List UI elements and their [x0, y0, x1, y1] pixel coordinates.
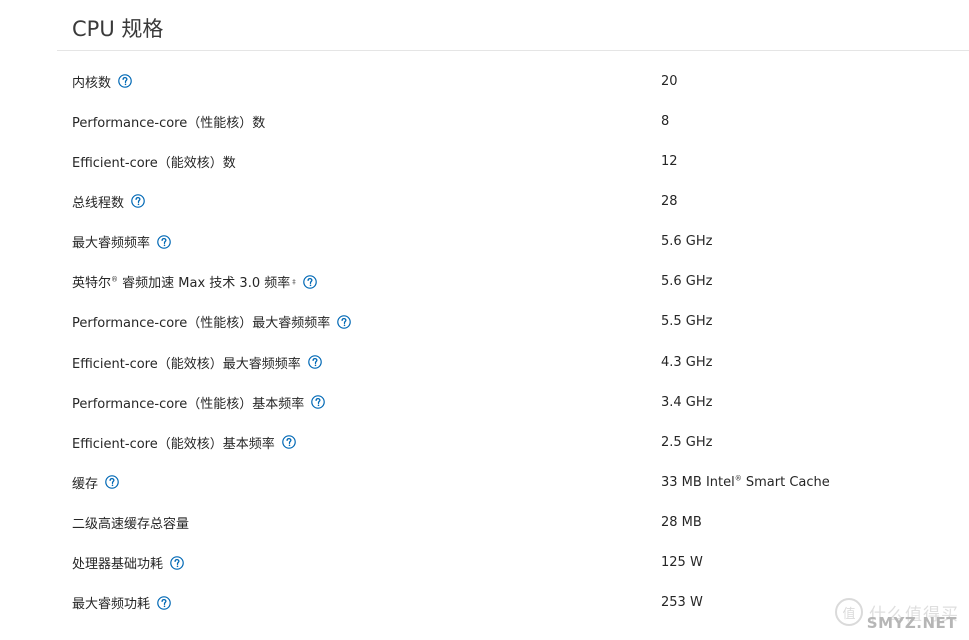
spec-value: 3.4 GHz [661, 394, 713, 410]
spec-row-l2-cache: 二级高速缓存总容量 28 MB [57, 503, 969, 543]
help-icon[interactable] [302, 274, 317, 289]
watermark-logo: 值 [835, 598, 863, 626]
spec-value: 253 W [661, 595, 703, 611]
spec-label: 总线程数 [72, 195, 125, 211]
help-icon[interactable] [281, 435, 296, 450]
spec-value: 20 [661, 73, 678, 89]
spec-row-base-power: 处理器基础功耗 125 W [57, 543, 969, 583]
watermark-domain: SMYZ.NET [866, 614, 957, 632]
spec-row-core-count: 内核数 20 [57, 61, 969, 101]
spec-row-e-core-base-frequency: Efficient-core（能效核）基本频率 2.5 GHz [57, 422, 969, 462]
spec-list: 内核数 20 Performance-core（性能核）数 8 Efficien… [57, 61, 969, 623]
spec-value: 2.5 GHz [661, 434, 713, 450]
spec-label: 英特尔® 睿频加速 Max 技术 3.0 频率 [72, 272, 290, 291]
spec-value: 33 MB Intel® Smart Cache [661, 475, 830, 490]
spec-label: 处理器基础功耗 [72, 557, 164, 573]
spec-value: 5.6 GHz [661, 274, 713, 290]
help-icon[interactable] [157, 234, 171, 249]
spec-label: Performance-core（性能核）最大睿频频率 [72, 316, 331, 332]
spec-label: Efficient-core（能效核）最大睿频频率 [72, 356, 301, 372]
spec-row-p-core-base-frequency: Performance-core（性能核）基本频率 3.4 GHz [57, 382, 969, 422]
help-icon[interactable] [105, 475, 119, 490]
spec-label: 缓存 [72, 476, 99, 492]
spec-row-thread-count: 总线程数 28 [57, 181, 969, 221]
help-icon[interactable] [118, 74, 132, 88]
spec-row-turbo-max-3-frequency: 英特尔® 睿频加速 Max 技术 3.0 频率 ‡ 5.6 GHz [72, 272, 713, 292]
spec-value: 12 [661, 153, 678, 169]
help-icon[interactable] [307, 355, 322, 369]
help-icon[interactable] [311, 395, 326, 409]
spec-row-cache: 缓存 33 MB Intel® Smart Cache [57, 462, 969, 502]
spec-label: Performance-core（性能核）数 [72, 115, 266, 131]
cpu-specs-section: CPU 规格 内核数 20 Performance-core（性能核）数 8 E… [57, 0, 969, 623]
spec-label-prefix: 英特尔 [72, 276, 112, 292]
spec-value: 125 W [661, 555, 703, 571]
spec-value: 5.6 GHz [661, 234, 713, 250]
spec-label-suffix: 睿频加速 Max 技术 3.0 频率 [118, 276, 291, 292]
spec-row-max-turbo-power: 最大睿频功耗 253 W [57, 583, 969, 623]
spec-label: 二级高速缓存总容量 [72, 517, 190, 533]
spec-value: 4.3 GHz [661, 354, 713, 370]
spec-value: 8 [661, 113, 670, 129]
help-icon[interactable] [157, 596, 171, 610]
help-icon[interactable] [170, 555, 184, 570]
spec-label: 最大睿频频率 [72, 236, 151, 252]
spec-label: Efficient-core（能效核）数 [72, 155, 236, 171]
spec-label: 内核数 [72, 75, 112, 91]
spec-label: 最大睿频功耗 [72, 597, 151, 613]
spec-value: 28 MB [661, 515, 702, 531]
spec-label: Efficient-core（能效核）基本频率 [72, 436, 275, 452]
spec-row-max-turbo-frequency: 最大睿频频率 5.6 GHz [57, 222, 969, 262]
spec-row-e-core-count: Efficient-core（能效核）数 12 [57, 141, 969, 181]
spec-label: Performance-core（性能核）基本频率 [72, 396, 305, 412]
spec-row-p-core-count: Performance-core（性能核）数 8 [57, 101, 969, 141]
spec-row-e-core-max-turbo: Efficient-core（能效核）最大睿频频率 4.3 GHz [57, 342, 969, 382]
section-title: CPU 规格 [57, 0, 969, 51]
trademark-symbol: ® [111, 275, 119, 284]
spec-value: 5.5 GHz [661, 314, 713, 330]
spec-value-suffix: Smart Cache [741, 474, 830, 490]
spec-row-p-core-max-turbo: Performance-core（性能核）最大睿频频率 5.5 GHz [57, 302, 969, 342]
help-icon[interactable] [131, 194, 145, 209]
help-icon[interactable] [337, 315, 352, 329]
spec-value: 28 [661, 193, 678, 209]
trademark-symbol: ® [734, 474, 742, 483]
spec-value-prefix: 33 MB Intel [661, 474, 735, 490]
